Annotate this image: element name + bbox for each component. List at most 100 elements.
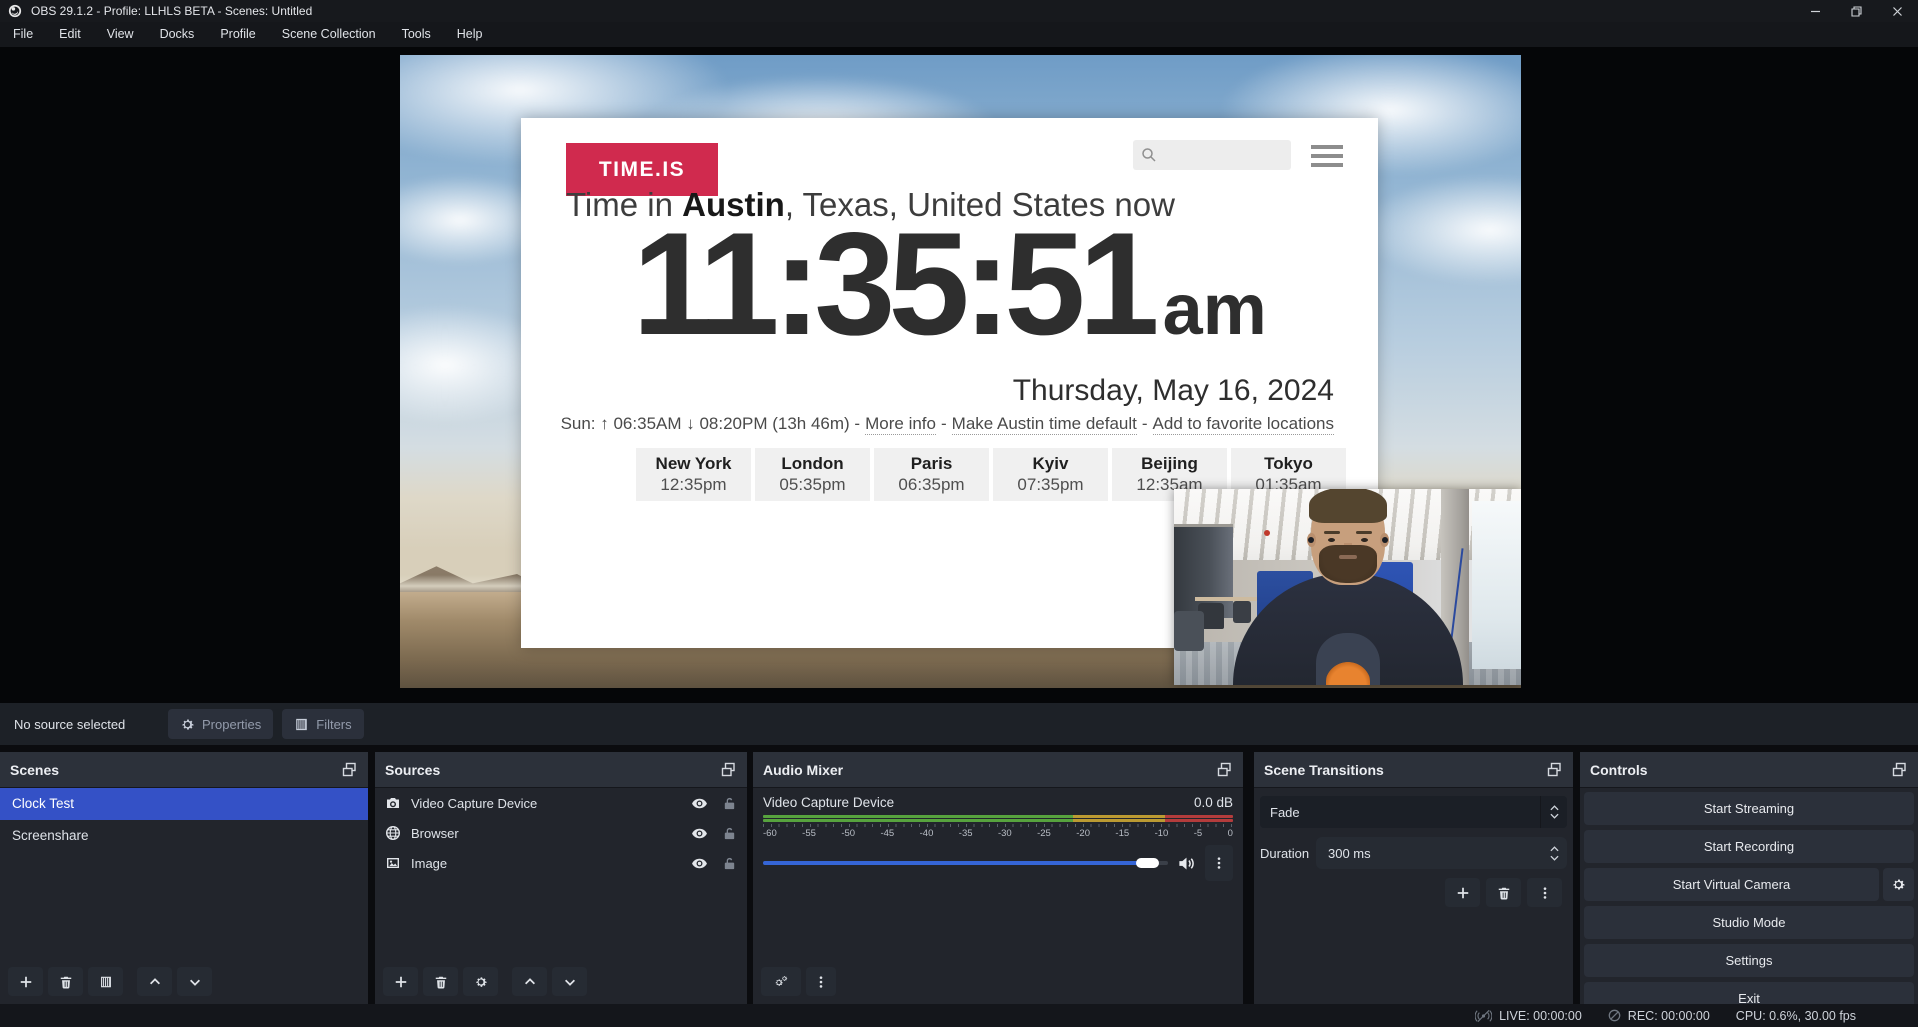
menu-docks[interactable]: Docks: [147, 22, 208, 47]
popout-icon[interactable]: [1891, 761, 1908, 778]
start-streaming-button[interactable]: Start Streaming: [1584, 792, 1914, 825]
hamburger-menu-icon[interactable]: [1311, 145, 1343, 167]
start-virtual-camera-button[interactable]: Start Virtual Camera: [1584, 868, 1879, 901]
city-tile-paris[interactable]: Paris 06:35pm: [874, 448, 989, 501]
select-spinner[interactable]: [1540, 796, 1567, 828]
scene-canvas[interactable]: TIME.IS Time in Austin, Texas, United St…: [400, 55, 1521, 688]
make-default-link[interactable]: Make Austin time default: [952, 414, 1137, 435]
visibility-eye-icon[interactable]: [691, 855, 708, 872]
camera-icon: [385, 795, 401, 811]
remove-scene-button[interactable]: [48, 967, 83, 996]
title-bar: OBS 29.1.2 - Profile: LLHLS BETA - Scene…: [0, 0, 1918, 22]
add-transition-button[interactable]: [1445, 878, 1480, 907]
move-source-up-button[interactable]: [512, 967, 547, 996]
restore-icon: [1851, 6, 1862, 17]
gear-icon: [474, 975, 488, 989]
sources-toolbar: [383, 967, 587, 996]
menu-help[interactable]: Help: [444, 22, 496, 47]
minimize-button[interactable]: [1795, 0, 1836, 22]
settings-button[interactable]: Settings: [1584, 944, 1914, 977]
scene-filters-button[interactable]: [88, 967, 123, 996]
city-tile-new-york[interactable]: New York 12:35pm: [636, 448, 751, 501]
separator: -: [941, 414, 947, 435]
mixer-channel-menu-button[interactable]: [1205, 845, 1233, 881]
duration-label: Duration: [1260, 846, 1316, 861]
volume-slider[interactable]: [763, 852, 1168, 874]
scenes-toolbar: [8, 967, 212, 996]
filter-icon: [99, 975, 113, 989]
mixer-menu-button[interactable]: [806, 967, 836, 996]
close-button[interactable]: [1877, 0, 1918, 22]
scene-item-screenshare[interactable]: Screenshare: [0, 820, 368, 852]
add-source-button[interactable]: [383, 967, 418, 996]
audio-mixer-header[interactable]: Audio Mixer: [753, 752, 1243, 788]
chevron-up-icon: [1550, 805, 1559, 811]
transition-menu-button[interactable]: [1527, 878, 1562, 907]
scenes-panel: Scenes Clock Test Screenshare: [0, 752, 368, 1004]
popout-icon[interactable]: [341, 761, 358, 778]
meter-tickmarks: [763, 824, 1233, 827]
current-date: Thursday, May 16, 2024: [1013, 374, 1334, 408]
filters-button[interactable]: Filters: [282, 709, 363, 739]
webcam-chair: [1233, 601, 1251, 623]
scene-transitions-header[interactable]: Scene Transitions: [1254, 752, 1573, 788]
move-scene-down-button[interactable]: [177, 967, 212, 996]
menu-tools[interactable]: Tools: [389, 22, 444, 47]
globe-icon: [385, 825, 401, 841]
city-tile-kyiv[interactable]: Kyiv 07:35pm: [993, 448, 1108, 501]
source-row-browser[interactable]: Browser: [375, 818, 747, 848]
double-gear-icon: [774, 975, 788, 989]
source-row-video-capture[interactable]: Video Capture Device: [375, 788, 747, 818]
time-digits: 11:35:51: [632, 204, 1152, 365]
popout-icon[interactable]: [720, 761, 737, 778]
volume-slider-handle[interactable]: [1136, 858, 1159, 868]
transition-select[interactable]: Fade: [1260, 796, 1567, 828]
scene-item-clock-test[interactable]: Clock Test: [0, 788, 368, 820]
popout-icon[interactable]: [1546, 761, 1563, 778]
start-recording-button[interactable]: Start Recording: [1584, 830, 1914, 863]
menu-scene-collection[interactable]: Scene Collection: [269, 22, 389, 47]
menu-edit[interactable]: Edit: [46, 22, 94, 47]
duration-spinner[interactable]: [1550, 837, 1559, 869]
window-title: OBS 29.1.2 - Profile: LLHLS BETA - Scene…: [31, 4, 312, 18]
sources-panel-header[interactable]: Sources: [375, 752, 747, 788]
webcam-overlay: [1174, 489, 1521, 685]
lock-icon[interactable]: [722, 856, 737, 871]
current-time: 11:35:51 am: [632, 204, 1266, 365]
popout-icon[interactable]: [1216, 761, 1233, 778]
source-status-text: No source selected: [14, 717, 159, 732]
plus-icon: [394, 975, 408, 989]
favorite-locations-link[interactable]: Add to favorite locations: [1153, 414, 1334, 435]
lock-icon[interactable]: [722, 826, 737, 841]
more-info-link[interactable]: More info: [865, 414, 936, 435]
menu-profile[interactable]: Profile: [207, 22, 268, 47]
speaker-icon[interactable]: [1177, 854, 1196, 873]
source-properties-button[interactable]: [463, 967, 498, 996]
rec-status: REC: 00:00:00: [1608, 1009, 1710, 1023]
cloud-decoration: [1360, 175, 1521, 285]
source-row-image[interactable]: Image: [375, 848, 747, 878]
visibility-eye-icon[interactable]: [691, 825, 708, 842]
restore-button[interactable]: [1836, 0, 1877, 22]
properties-button[interactable]: Properties: [168, 709, 273, 739]
controls-header[interactable]: Controls: [1580, 752, 1918, 788]
scenes-panel-header[interactable]: Scenes: [0, 752, 368, 788]
studio-mode-button[interactable]: Studio Mode: [1584, 906, 1914, 939]
scene-transitions-panel: Scene Transitions Fade Duration 300 ms: [1254, 752, 1573, 1004]
virtual-camera-config-button[interactable]: [1883, 868, 1914, 901]
remove-transition-button[interactable]: [1486, 878, 1521, 907]
move-scene-up-button[interactable]: [137, 967, 172, 996]
add-scene-button[interactable]: [8, 967, 43, 996]
advanced-audio-button[interactable]: [761, 967, 801, 996]
timeis-search-input[interactable]: [1133, 140, 1291, 170]
chevron-down-icon: [1550, 813, 1559, 819]
visibility-eye-icon[interactable]: [691, 795, 708, 812]
menu-view[interactable]: View: [94, 22, 147, 47]
duration-input[interactable]: 300 ms: [1316, 837, 1567, 869]
lock-icon[interactable]: [722, 796, 737, 811]
city-tile-london[interactable]: London 05:35pm: [755, 448, 870, 501]
move-source-down-button[interactable]: [552, 967, 587, 996]
meter-tick-labels: -60-55-50-45-40-35-30-25-20-15-10-50: [763, 828, 1233, 839]
menu-file[interactable]: File: [0, 22, 46, 47]
remove-source-button[interactable]: [423, 967, 458, 996]
